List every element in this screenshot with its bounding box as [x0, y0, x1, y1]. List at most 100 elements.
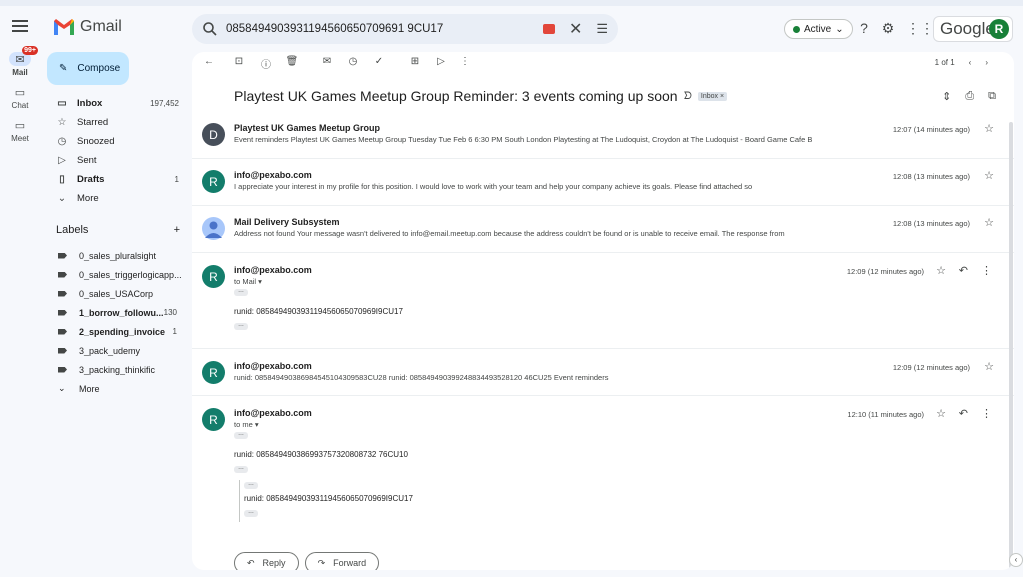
message-time: 12:07 (14 minutes ago) — [892, 125, 970, 134]
label-item[interactable]: 0_sales_triggerlogicapp... — [47, 265, 187, 284]
settings-icon[interactable]: ⚙ — [880, 20, 896, 36]
status-dropdown[interactable]: Active ⌄ — [784, 19, 853, 39]
label-icon — [58, 271, 67, 278]
label-item[interactable]: 0_sales_USACorp — [47, 284, 187, 303]
gmail-logo[interactable]: Gmail — [54, 18, 122, 36]
label-item[interactable]: 2_spending_invoice 1 — [47, 322, 187, 341]
rail-mail[interactable]: ✉ 99+ Mail — [0, 46, 40, 77]
compose-button[interactable]: ✎ Compose — [47, 52, 129, 85]
rail-label: Meet — [11, 134, 29, 143]
label-item[interactable]: 0_sales_pluralsight — [47, 246, 187, 265]
side-panel-toggle-icon[interactable]: ‹ — [1009, 553, 1023, 567]
message-body: runid: 085849490393119456065070969I9CU17 — [234, 307, 403, 316]
message-collapsed[interactable]: D Playtest UK Games Meetup Group Event r… — [192, 114, 1014, 159]
delete-icon[interactable]: 🗑 — [285, 56, 299, 67]
thread-subject: Playtest UK Games Meetup Group Reminder:… — [234, 88, 728, 104]
message-collapsed[interactable]: Mail Delivery Subsystem Address not foun… — [192, 206, 1014, 253]
forward-icon: ↷ — [317, 557, 326, 568]
star-icon[interactable]: ☆ — [984, 216, 994, 229]
message-collapsed[interactable]: R info@pexabo.com runid: 085849490386984… — [192, 349, 1014, 396]
label-as-icon[interactable]: ▷ — [434, 56, 448, 67]
subject-actions: ⇕ ⎙ ⧉ — [942, 90, 996, 103]
star-icon[interactable]: ☆ — [984, 122, 994, 135]
quoted-text: … runid: 085849490393119456065070969I9CU… — [239, 480, 413, 522]
help-icon[interactable]: ? — [856, 20, 872, 36]
recipient-toggle[interactable]: to me ▾ — [234, 420, 259, 429]
search-input[interactable]: 0858494903931194560650709691 9CU17 — [226, 23, 543, 35]
prev-icon[interactable]: ‹ — [969, 58, 972, 67]
reply-icon[interactable]: ↶ — [959, 407, 968, 420]
more-options-icon[interactable]: ⋮ — [981, 407, 992, 420]
add-label-icon[interactable]: + — [174, 224, 180, 236]
search-bar[interactable]: 0858494903931194560650709691 9CU17 ✕ ☰ — [192, 14, 618, 44]
label-icon — [58, 366, 67, 373]
app-rail: ✉ 99+ Mail ▭ Chat ▭ Meet — [0, 46, 40, 151]
send-icon: ▷ — [58, 155, 66, 166]
reply-icon[interactable]: ↶ — [959, 264, 968, 277]
more-options-icon[interactable]: ⋮ — [981, 264, 992, 277]
sidebar-item-inbox[interactable]: ▭ Inbox 197,452 — [47, 94, 187, 113]
main-menu-icon[interactable] — [12, 20, 28, 36]
label-name: 1_borrow_followu... — [79, 307, 164, 318]
importance-icon[interactable]: ᗤ — [684, 91, 692, 102]
status-label: Active — [804, 23, 832, 35]
archive-icon[interactable]: ⊡ — [232, 56, 246, 67]
forward-button[interactable]: ↷ Forward — [304, 552, 380, 570]
compose-label: Compose — [77, 63, 121, 74]
star-icon[interactable]: ☆ — [984, 360, 994, 373]
record-icon[interactable] — [542, 24, 555, 34]
rail-meet[interactable]: ▭ Meet — [0, 118, 40, 144]
snooze-icon[interactable]: ◷ — [346, 56, 360, 67]
reply-button[interactable]: ↶ Reply — [234, 552, 299, 570]
star-icon[interactable]: ☆ — [984, 169, 994, 182]
message-body: runid: 085849490386993757320808732 76CU1… — [234, 450, 408, 459]
more-options-icon[interactable]: ⋮ — [458, 56, 472, 67]
labels-heading: Labels — [56, 224, 89, 236]
search-icon[interactable] — [202, 21, 218, 37]
show-trimmed-icon[interactable]: … — [234, 322, 248, 330]
clear-search-icon[interactable]: ✕ — [569, 19, 582, 39]
status-dot-icon — [793, 25, 800, 33]
sidebar-item-sent[interactable]: ▷ Sent — [47, 151, 187, 170]
label-item[interactable]: 3_packing_thinkific — [47, 360, 187, 379]
label-item[interactable]: 3_pack_udemy — [47, 341, 187, 360]
labels-more[interactable]: ⌄ More — [47, 379, 187, 398]
report-spam-icon[interactable]: ⓘ — [259, 56, 273, 71]
labels-list: 0_sales_pluralsight 0_sales_triggerlogic… — [47, 246, 187, 398]
scrollbar[interactable] — [1009, 122, 1013, 570]
sidebar-item-snoozed[interactable]: ◷ Snoozed — [47, 132, 187, 151]
print-icon[interactable]: ⎙ — [965, 90, 974, 103]
star-icon[interactable]: ☆ — [936, 264, 946, 277]
account-box[interactable]: Google R — [933, 16, 1013, 42]
sidebar-item-drafts[interactable]: ▯ Drafts 1 — [47, 170, 187, 189]
mark-unread-icon[interactable]: ✉ — [320, 56, 334, 67]
label-name: More — [79, 383, 100, 394]
search-options-icon[interactable]: ☰ — [596, 21, 608, 37]
sidebar-item-more[interactable]: ⌄ More — [47, 189, 187, 208]
move-to-icon[interactable]: ⊞ — [408, 56, 422, 67]
inbox-chip[interactable]: Inbox × — [697, 91, 728, 101]
sender-name: info@pexabo.com — [234, 361, 312, 371]
label-item[interactable]: 1_borrow_followu... 130 — [47, 303, 187, 322]
nav-count: 197,452 — [150, 99, 179, 108]
nav-label: Drafts — [77, 174, 105, 185]
back-icon[interactable]: ← — [202, 56, 216, 67]
rail-chat[interactable]: ▭ Chat — [0, 85, 40, 111]
message-collapsed[interactable]: R info@pexabo.com I appreciate your inte… — [192, 159, 1014, 206]
show-trimmed-icon[interactable]: … — [234, 288, 248, 296]
show-trimmed-icon[interactable]: … — [234, 431, 248, 439]
recipient-toggle[interactable]: to Mail ▾ — [234, 277, 262, 286]
open-new-window-icon[interactable]: ⧉ — [988, 90, 996, 103]
show-trimmed-icon[interactable]: … — [244, 481, 258, 489]
apps-grid-icon[interactable]: ⋮⋮ — [906, 20, 934, 36]
sidebar-item-starred[interactable]: ☆ Starred — [47, 113, 187, 132]
show-trimmed-icon[interactable]: … — [244, 509, 258, 517]
star-icon[interactable]: ☆ — [936, 407, 946, 420]
show-trimmed-icon[interactable]: … — [234, 465, 248, 473]
next-icon[interactable]: › — [985, 58, 988, 67]
add-task-icon[interactable]: ✓ — [372, 56, 386, 67]
nav-label: Inbox — [77, 98, 103, 109]
chevron-down-icon: ⌄ — [835, 23, 844, 35]
account-avatar[interactable]: R — [989, 19, 1009, 39]
expand-all-icon[interactable]: ⇕ — [942, 90, 951, 103]
